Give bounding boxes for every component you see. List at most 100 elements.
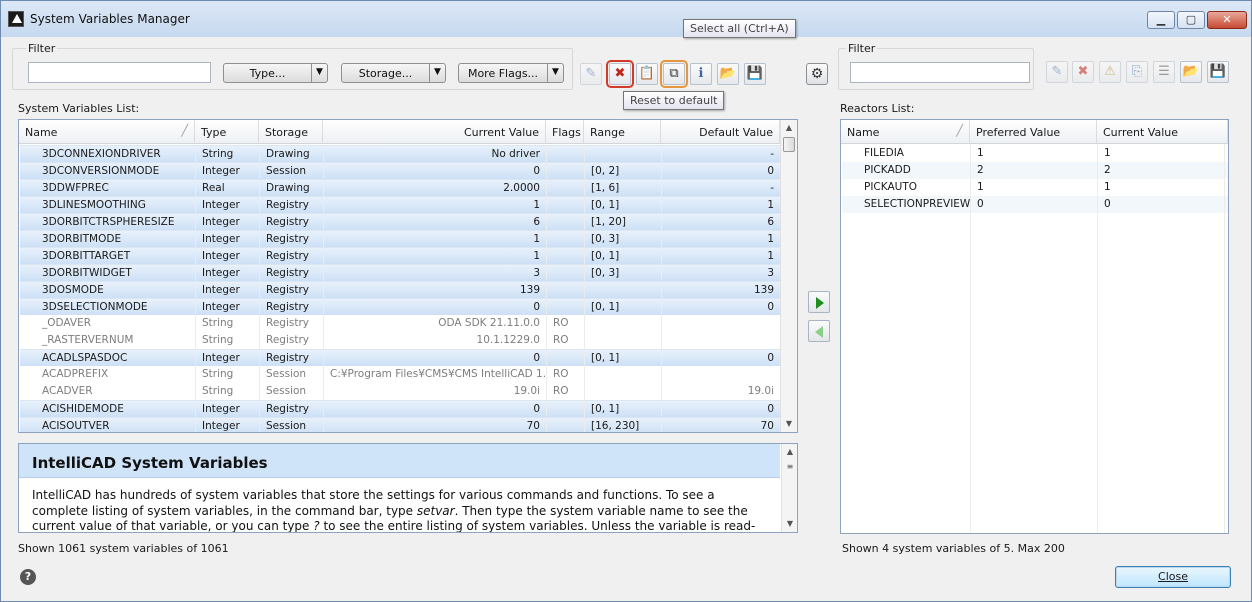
cell-current: 0	[324, 163, 547, 180]
reactor-delete-button[interactable]: ✖	[1072, 61, 1094, 83]
cell-flags	[547, 231, 585, 248]
column-header-current-value[interactable]: Current Value	[323, 120, 546, 144]
scroll-thumb[interactable]	[783, 137, 795, 152]
open-file-button[interactable]: 📂	[717, 63, 739, 85]
column-header-storage[interactable]: Storage	[259, 120, 323, 144]
chevron-down-icon: ▼	[311, 64, 327, 82]
table-row[interactable]: 3DORBITTARGET Integer Registry 1 [0, 1] 1	[20, 247, 781, 265]
close-window-button[interactable]: ✕	[1207, 11, 1247, 29]
list-item[interactable]: PICKADD 2 2	[842, 162, 1228, 179]
grid-line	[970, 144, 971, 533]
scroll-down-arrow-icon[interactable]: ▼	[782, 516, 797, 532]
edit-value-button[interactable]: ✎	[580, 63, 602, 85]
cell-storage: Session	[260, 163, 324, 180]
scroll-down-arrow-icon[interactable]: ▼	[781, 416, 797, 432]
pencil-icon: ✎	[1051, 64, 1063, 79]
column-header-flags[interactable]: Flags	[546, 120, 584, 144]
reactor-open-button[interactable]: 📂	[1180, 61, 1202, 83]
system-variables-manager-window: System Variables Manager ▁ ▢ ✕ Filter Ty…	[0, 0, 1252, 602]
remove-from-reactors-arrow-button[interactable]	[808, 320, 830, 342]
table-row[interactable]: 3DORBITCTRSPHERESIZE Integer Registry 6 [1, …	[20, 213, 781, 231]
table-row[interactable]: ACADVER String Session 19.0i RO 19.0i	[20, 383, 781, 400]
table-row[interactable]: 3DORBITMODE Integer Registry 1 [0, 3] 1	[20, 230, 781, 248]
help-scrollbar[interactable]: ▲ ≡ ▼	[781, 444, 797, 532]
table-row[interactable]: 3DLINESMOOTHING Integer Registry 1 [0, 1] 1	[20, 196, 781, 214]
cell-storage: Session	[260, 418, 324, 432]
cell-default	[662, 332, 781, 349]
column-header-range[interactable]: Range	[584, 120, 661, 144]
reactor-cell-preferred: 1	[971, 179, 1098, 196]
scroll-up-arrow-icon[interactable]: ▲	[781, 120, 797, 136]
reset-to-default-button[interactable]: ✖	[606, 60, 634, 88]
cell-storage: Session	[260, 383, 324, 400]
table-row[interactable]: _RASTERVERNUM String Registry 10.1.1229.0 RO	[20, 332, 781, 349]
cell-flags: RO	[547, 315, 585, 332]
scroll-up-arrow-icon[interactable]: ▲	[782, 444, 797, 460]
cell-type: Integer	[196, 214, 260, 231]
table-row[interactable]: 3DCONNEXIONDRIVER String Drawing No driver -	[20, 145, 781, 163]
cell-type: Real	[196, 180, 260, 197]
folder-open-icon: 📂	[719, 66, 737, 81]
storage-dropdown[interactable]: Storage... ▼	[341, 63, 446, 83]
table-row[interactable]: ACADPREFIX String Session C:¥Program Files¥…	[20, 366, 781, 383]
help-title: IntelliCAD System Variables	[32, 454, 268, 472]
cell-current: 2.0000	[324, 180, 547, 197]
app-icon	[8, 11, 24, 27]
table-row[interactable]: ACISOUTVER Integer Session 70 [16, 230] 70	[20, 417, 781, 432]
sysvars-list-label: System Variables List:	[18, 102, 140, 115]
table-row[interactable]: ACISHIDEMODE Integer Registry 0 [0, 1] 0	[20, 400, 781, 418]
floppy-disk-icon: 💾	[1209, 64, 1227, 79]
help-question-icon[interactable]: ?	[20, 569, 36, 585]
column-header-default-value[interactable]: Default Value	[661, 120, 780, 144]
save-button[interactable]: 💾	[744, 63, 766, 85]
reactor-list-button[interactable]: ☰	[1153, 61, 1175, 83]
table-row[interactable]: _ODAVER String Registry ODA SDK 21.11.0.0 RO	[20, 315, 781, 332]
cell-name: 3DSELECTIONMODE	[20, 299, 196, 316]
reactor-apply-button[interactable]: ⚠	[1099, 61, 1121, 83]
column-header-reactor-current-value[interactable]: Current Value	[1097, 120, 1228, 144]
cell-type: Integer	[196, 248, 260, 265]
cell-default: 6	[662, 214, 781, 231]
cell-current: 6	[324, 214, 547, 231]
column-header-name[interactable]: Name ╱	[19, 120, 195, 144]
column-header-preferred-value[interactable]: Preferred Value	[970, 120, 1097, 144]
sysvars-scrollbar[interactable]: ▲ ▼	[780, 120, 797, 432]
column-header-type[interactable]: Type	[195, 120, 259, 144]
right-status-text: Shown 4 system variables of 5. Max 200	[842, 542, 1065, 555]
reactor-copy-button[interactable]: ⎘	[1126, 61, 1148, 83]
right-filter-input[interactable]	[850, 62, 1030, 83]
properties-button[interactable]: ℹ	[690, 63, 712, 85]
arrow-left-icon	[815, 326, 823, 338]
table-row[interactable]: ACADLSPASDOC Integer Registry 0 [0, 1] 0	[20, 349, 781, 367]
reactor-cell-preferred: 0	[971, 196, 1098, 213]
add-to-reactors-arrow-button[interactable]	[808, 291, 830, 313]
reactor-cell-current: 2	[1098, 162, 1228, 179]
reactor-save-button[interactable]: 💾	[1207, 61, 1229, 83]
table-row[interactable]: 3DDWFPREC Real Drawing 2.0000 [1, 6] -	[20, 179, 781, 197]
type-dropdown[interactable]: Type... ▼	[223, 63, 328, 83]
table-row[interactable]: 3DOSMODE Integer Registry 139 139	[20, 281, 781, 299]
list-item[interactable]: SELECTIONPREVIEW 0 0	[842, 196, 1228, 213]
list-item[interactable]: PICKAUTO 1 1	[842, 179, 1228, 196]
add-to-reactors-button[interactable]: 📋	[636, 63, 658, 85]
minimize-button[interactable]: ▁	[1147, 11, 1175, 29]
cell-name: 3DOSMODE	[20, 282, 196, 299]
cell-flags	[547, 214, 585, 231]
list-item[interactable]: FILEDIA 1 1	[842, 145, 1228, 162]
column-header-reactor-name[interactable]: Name ╱	[841, 120, 970, 144]
cell-storage: Registry	[260, 315, 324, 332]
cell-current: 1	[324, 231, 547, 248]
settings-button[interactable]: ⚙	[806, 63, 828, 85]
more-flags-dropdown[interactable]: More Flags... ▼	[458, 63, 564, 83]
left-filter-input[interactable]	[28, 62, 211, 83]
cell-range: [0, 1]	[585, 401, 662, 418]
table-row[interactable]: 3DSELECTIONMODE Integer Registry 0 [0, 1] 0	[20, 298, 781, 316]
select-all-button[interactable]: ⧉	[660, 60, 688, 88]
cell-flags	[547, 418, 585, 432]
table-row[interactable]: 3DCONVERSIONMODE Integer Session 0 [0, 2] 0	[20, 162, 781, 180]
reactor-edit-button[interactable]: ✎	[1046, 61, 1068, 83]
table-row[interactable]: 3DORBITWIDGET Integer Registry 3 [0, 3] 3	[20, 264, 781, 282]
close-button[interactable]: Close	[1115, 566, 1231, 588]
scroll-grip-icon[interactable]: ≡	[782, 459, 797, 475]
maximize-button[interactable]: ▢	[1177, 11, 1205, 29]
